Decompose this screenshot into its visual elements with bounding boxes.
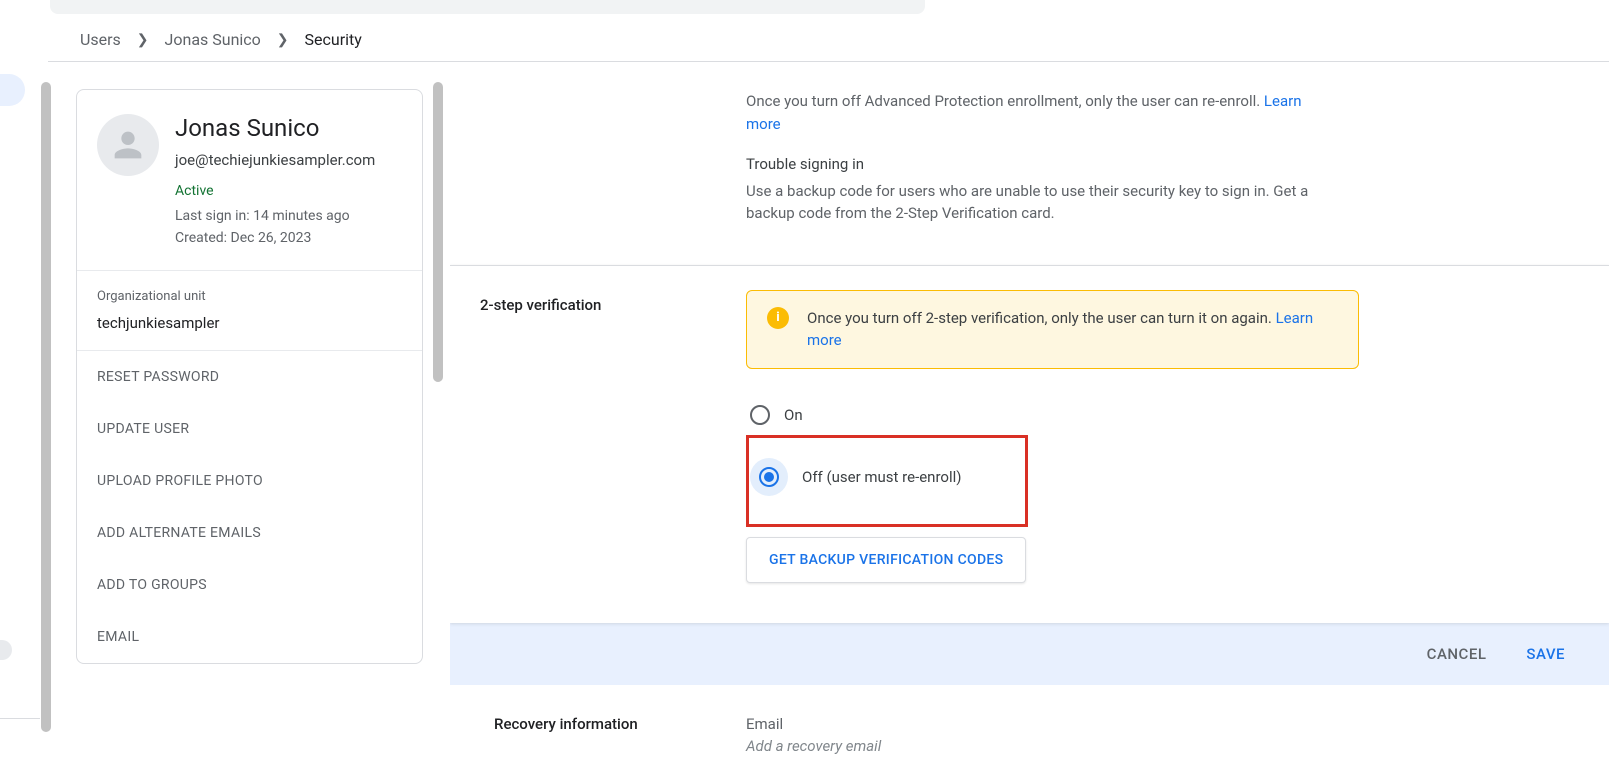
org-unit-section: Organizational unit techjunkiesampler <box>77 270 422 350</box>
user-info: Jonas Sunico joe@techiejunkiesampler.com… <box>175 114 402 250</box>
chevron-right-icon: ❯ <box>137 32 149 48</box>
radio-icon <box>750 405 770 425</box>
update-user-action[interactable]: UPDATE USER <box>77 403 422 455</box>
two-step-title: 2-step verification <box>480 290 746 583</box>
info-banner-text: Once you turn off 2-step verification, o… <box>807 307 1338 352</box>
search-bar-fragment <box>50 0 925 14</box>
two-step-radio-group: On Off (user must re-enroll) <box>746 397 1359 527</box>
user-card: Jonas Sunico joe@techiejunkiesampler.com… <box>76 89 423 664</box>
save-button[interactable]: SAVE <box>1526 645 1565 663</box>
radio-on-label: On <box>784 406 803 424</box>
chevron-right-icon: ❯ <box>277 32 289 48</box>
two-step-verification-card: 2-step verification i Once you turn off … <box>450 265 1609 623</box>
highlight-annotation: Off (user must re-enroll) <box>746 435 1028 527</box>
upload-photo-action[interactable]: UPLOAD PROFILE PHOTO <box>77 455 422 507</box>
divider <box>0 718 40 719</box>
recovery-email-label: Email <box>746 715 881 733</box>
radio-icon <box>759 467 779 487</box>
trouble-signing-in-body: Use a backup code for users who are unab… <box>746 180 1313 225</box>
radio-off-label: Off (user must re-enroll) <box>802 468 961 486</box>
breadcrumb-current: Security <box>305 30 362 49</box>
scrollbar-sidebar[interactable] <box>433 82 443 382</box>
get-backup-codes-button[interactable]: GET BACKUP VERIFICATION CODES <box>746 537 1026 583</box>
user-actions: RESET PASSWORD UPDATE USER UPLOAD PROFIL… <box>77 350 422 663</box>
trouble-signing-in-title: Trouble signing in <box>746 153 1313 176</box>
recovery-section: Recovery information Email Add a recover… <box>450 685 1609 755</box>
breadcrumb-users[interactable]: Users <box>80 30 121 49</box>
add-alternate-emails-action[interactable]: ADD ALTERNATE EMAILS <box>77 507 422 559</box>
add-to-groups-action[interactable]: ADD TO GROUPS <box>77 559 422 611</box>
advanced-protection-text: Once you turn off Advanced Protection en… <box>746 92 1264 110</box>
radio-off[interactable]: Off (user must re-enroll) <box>755 450 1015 504</box>
user-display-name: Jonas Sunico <box>175 114 402 142</box>
scrollbar-left[interactable] <box>41 82 51 732</box>
advanced-protection-section: Once you turn off Advanced Protection en… <box>450 62 1609 265</box>
user-status: Active <box>175 183 402 199</box>
recovery-content: Email Add a recovery email <box>746 715 881 755</box>
radio-on[interactable]: On <box>746 397 1359 433</box>
user-header: Jonas Sunico joe@techiejunkiesampler.com… <box>77 90 422 270</box>
main-panel: Once you turn off Advanced Protection en… <box>450 62 1609 760</box>
email-action[interactable]: EMAIL <box>77 611 422 663</box>
breadcrumb-user-name[interactable]: Jonas Sunico <box>165 30 261 49</box>
info-icon: i <box>767 307 789 329</box>
user-email: joe@techiejunkiesampler.com <box>175 150 402 171</box>
radio-focus-halo <box>750 458 788 496</box>
reset-password-action[interactable]: RESET PASSWORD <box>77 351 422 403</box>
banner-text: Once you turn off 2-step verification, o… <box>807 309 1276 327</box>
user-last-signin: Last sign in: 14 minutes ago <box>175 205 402 227</box>
person-icon <box>108 125 148 165</box>
recovery-email-placeholder[interactable]: Add a recovery email <box>746 737 881 755</box>
recovery-title: Recovery information <box>494 715 746 755</box>
breadcrumb: Users ❯ Jonas Sunico ❯ Security <box>80 30 362 49</box>
action-bar: CANCEL SAVE <box>450 623 1609 685</box>
cancel-button[interactable]: CANCEL <box>1427 645 1487 663</box>
two-step-content: i Once you turn off 2-step verification,… <box>746 290 1609 583</box>
org-unit-label: Organizational unit <box>97 289 402 304</box>
nav-selected-indicator <box>0 74 25 106</box>
user-created: Created: Dec 26, 2023 <box>175 227 402 249</box>
avatar <box>97 114 159 176</box>
nav-indicator <box>0 640 12 660</box>
info-banner: i Once you turn off 2-step verification,… <box>746 290 1359 369</box>
org-unit-value: techjunkiesampler <box>97 314 402 332</box>
